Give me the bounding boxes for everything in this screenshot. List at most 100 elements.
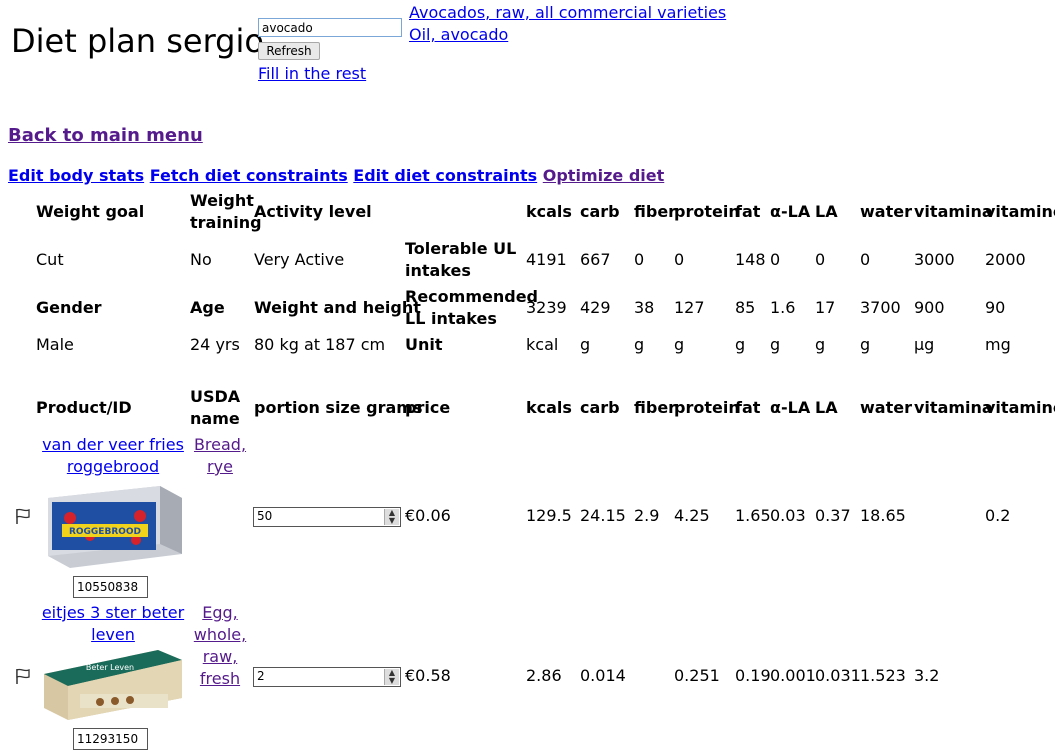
- value-weight-goal: Cut: [36, 250, 64, 269]
- ul-value-8: 3000: [914, 250, 955, 269]
- product-nutrient-header-2: fiber: [634, 398, 677, 417]
- nutrient-header-9: vitaminc: [985, 202, 1055, 221]
- product-id-field[interactable]: [73, 576, 148, 598]
- nav-links: Edit body stats Fetch diet constraints E…: [8, 166, 664, 185]
- ll-value-3: 127: [674, 298, 705, 317]
- ll-value-7: 3700: [860, 298, 901, 317]
- nutrient-header-2: fiber: [634, 202, 677, 221]
- unit-value-5: g: [770, 335, 781, 354]
- portion-input-eitjes[interactable]: 2 ▲ ▼: [253, 667, 401, 687]
- nutrient-header-7: water: [860, 202, 912, 221]
- header-activity-level: Activity level: [254, 202, 372, 221]
- product-value-0-3: 4.25: [674, 506, 710, 525]
- product-id-field[interactable]: [73, 728, 148, 750]
- product-value-1-4: 0.19: [735, 666, 771, 685]
- food-search-input[interactable]: [258, 18, 402, 37]
- ll-value-8: 900: [914, 298, 945, 317]
- ul-value-4: 148: [735, 250, 766, 269]
- eitjes-image-label: Beter Leven: [86, 663, 134, 672]
- product-link-roggebrood[interactable]: van der veer fries roggebrood: [40, 434, 186, 478]
- product-value-0-1: 24.15: [580, 506, 626, 525]
- search-suggestions: Avocados, raw, all commercial varieties …: [409, 2, 726, 46]
- nutrient-header-1: carb: [580, 202, 620, 221]
- unit-label: Unit: [405, 335, 443, 354]
- ul-value-5: 0: [770, 250, 781, 269]
- price-roggebrood: €0.06: [405, 506, 451, 525]
- unit-value-8: μg: [914, 335, 935, 354]
- product-nutrient-header-7: water: [860, 398, 912, 417]
- product-value-0-9: 0.2: [985, 506, 1011, 525]
- product-value-1-0: 2.86: [526, 666, 562, 685]
- ll-value-6: 17: [815, 298, 836, 317]
- product-value-0-5: 0.03: [770, 506, 806, 525]
- unit-value-9: mg: [985, 335, 1011, 354]
- portion-value: 2: [257, 669, 265, 683]
- back-to-main-menu-link[interactable]: Back to main menu: [8, 125, 203, 146]
- product-value-0-0: 129.5: [526, 506, 572, 525]
- ll-value-1: 429: [580, 298, 611, 317]
- product-value-1-8: 3.2: [914, 666, 940, 685]
- spinner-icon[interactable]: ▲ ▼: [384, 509, 399, 525]
- unit-value-0: kcal: [526, 335, 559, 354]
- ul-value-0: 4191: [526, 250, 567, 269]
- value-age: 24 yrs: [190, 335, 240, 354]
- value-weight-training: No: [190, 250, 212, 269]
- unit-value-1: g: [580, 335, 591, 354]
- header-portion-size: portion size grams: [254, 398, 423, 417]
- optimize-diet-link[interactable]: Optimize diet: [543, 166, 665, 185]
- ll-value-4: 85: [735, 298, 756, 317]
- header-weight-goal: Weight goal: [36, 202, 145, 221]
- refresh-button[interactable]: Refresh: [258, 42, 320, 60]
- ll-value-2: 38: [634, 298, 655, 317]
- unit-value-3: g: [674, 335, 685, 354]
- ll-label: Recommended LL intakes: [405, 287, 538, 328]
- product-image-eitjes: Beter Leven: [44, 650, 182, 720]
- product-image-roggebrood: ROGGEBROOD: [48, 486, 182, 568]
- portion-input-roggebrood[interactable]: 50 ▲ ▼: [253, 507, 401, 527]
- header-usda-name: USDA name: [190, 387, 241, 428]
- product-value-0-7: 18.65: [860, 506, 906, 525]
- header-weight-training: Weight training: [190, 191, 262, 232]
- ul-value-7: 0: [860, 250, 871, 269]
- ll-value-5: 1.6: [770, 298, 796, 317]
- ul-value-3: 0: [674, 250, 685, 269]
- unit-value-7: g: [860, 335, 871, 354]
- ul-label: Tolerable UL intakes: [405, 239, 517, 280]
- value-weight-height: 80 kg at 187 cm: [254, 335, 386, 354]
- ul-value-2: 0: [634, 250, 645, 269]
- header-gender: Gender: [36, 298, 102, 317]
- nutrient-header-8: vitamina: [914, 202, 993, 221]
- ll-value-0: 3239: [526, 298, 567, 317]
- unit-value-6: g: [815, 335, 826, 354]
- header-price: price: [405, 398, 451, 417]
- usda-link-egg-whole[interactable]: Egg, whole, raw, fresh: [190, 602, 250, 690]
- fetch-diet-constraints-link[interactable]: Fetch diet constraints: [150, 166, 348, 185]
- product-nutrient-header-4: fat: [735, 398, 761, 417]
- fill-in-rest-link[interactable]: Fill in the rest: [258, 64, 366, 83]
- nutrient-header-5: α-LA: [770, 202, 811, 221]
- spinner-icon[interactable]: ▲ ▼: [384, 669, 399, 685]
- unit-value-4: g: [735, 335, 746, 354]
- ll-value-9: 90: [985, 298, 1006, 317]
- product-nutrient-header-0: kcals: [526, 398, 572, 417]
- flag-icon[interactable]: [13, 667, 33, 685]
- usda-link-bread-rye[interactable]: Bread, rye: [190, 434, 250, 478]
- product-nutrient-header-3: protein: [674, 398, 740, 417]
- value-activity-level: Very Active: [254, 250, 345, 269]
- product-link-eitjes[interactable]: eitjes 3 ster beter leven: [40, 602, 186, 646]
- edit-diet-constraints-link[interactable]: Edit diet constraints: [353, 166, 537, 185]
- unit-value-2: g: [634, 335, 645, 354]
- nutrient-header-0: kcals: [526, 202, 572, 221]
- price-eitjes: €0.58: [405, 666, 451, 685]
- roggebrood-image-label: ROGGEBROOD: [69, 527, 141, 537]
- suggestion-link-avocados-raw[interactable]: Avocados, raw, all commercial varieties: [409, 2, 726, 24]
- edit-body-stats-link[interactable]: Edit body stats: [8, 166, 144, 185]
- product-value-1-5: 0.001: [770, 666, 816, 685]
- ul-value-6: 0: [815, 250, 826, 269]
- suggestion-link-oil-avocado[interactable]: Oil, avocado: [409, 24, 726, 46]
- flag-icon[interactable]: [13, 507, 33, 525]
- ul-value-1: 667: [580, 250, 611, 269]
- nutrient-header-3: protein: [674, 202, 740, 221]
- product-nutrient-header-6: LA: [815, 398, 838, 417]
- product-value-0-6: 0.37: [815, 506, 851, 525]
